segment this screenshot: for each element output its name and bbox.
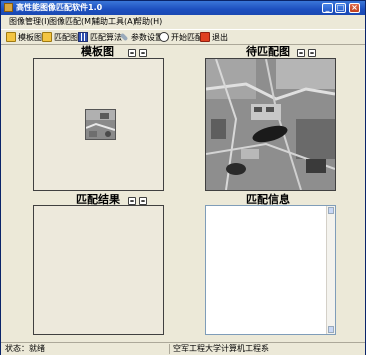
toolbar: 模板图 匹配图 匹配算法 参数设置 开始匹配 退出	[1, 29, 365, 45]
zoom-in-icon[interactable]	[128, 49, 136, 57]
match-image-label: 匹配图	[54, 32, 78, 42]
menu-image-management[interactable]: 图像管理(I)	[9, 16, 50, 28]
algorithm-label: 匹配算法	[90, 32, 122, 42]
window-title: 高性能图像匹配软件1.0	[16, 3, 103, 12]
result-image-box	[33, 205, 164, 335]
zoom-in-icon[interactable]	[128, 197, 136, 205]
minimize-button[interactable]: _	[322, 3, 333, 13]
zoom-out-icon[interactable]	[308, 49, 316, 57]
template-image	[85, 109, 116, 140]
tools-icon	[119, 32, 129, 42]
template-image-box	[33, 58, 164, 191]
status-text: 状态：就绪	[5, 344, 45, 353]
match-image-button[interactable]: 匹配图	[42, 31, 78, 43]
maximize-button[interactable]: □	[335, 3, 346, 13]
grid-icon	[78, 32, 88, 42]
zoom-out-icon[interactable]	[139, 197, 147, 205]
match-info-textarea[interactable]	[205, 205, 336, 335]
menu-help[interactable]: 帮助(H)	[134, 16, 162, 28]
zoom-in-icon[interactable]	[297, 49, 305, 57]
target-title: 待匹配图	[246, 45, 290, 58]
app-icon	[4, 3, 13, 12]
menu-tools[interactable]: 辅助工具(A)	[92, 16, 136, 28]
main-window: 高性能图像匹配软件1.0 _ □ × 图像管理(I) 图像匹配(M) 辅助工具(…	[0, 0, 366, 355]
target-image	[205, 58, 336, 191]
close-button[interactable]: ×	[349, 3, 360, 13]
template-image-button[interactable]: 模板图	[6, 31, 42, 43]
scroll-down-icon[interactable]	[328, 326, 334, 333]
organization-text: 空军工程大学计算机工程系	[173, 344, 269, 353]
menu-image-matching[interactable]: 图像匹配(M)	[49, 16, 94, 28]
template-title: 模板图	[81, 45, 114, 58]
status-bar: 状态：就绪 空军工程大学计算机工程系	[1, 342, 365, 355]
start-match-button[interactable]: 开始匹配	[159, 31, 203, 43]
open-folder-icon	[6, 32, 16, 42]
start-match-label: 开始匹配	[171, 32, 203, 42]
exit-label: 退出	[212, 32, 228, 42]
algorithm-button[interactable]: 匹配算法	[78, 31, 122, 43]
exit-icon	[200, 32, 210, 42]
params-button[interactable]: 参数设置	[119, 31, 163, 43]
status-divider	[169, 344, 170, 354]
vertical-scrollbar[interactable]	[326, 206, 335, 334]
menu-bar: 图像管理(I) 图像匹配(M) 辅助工具(A) 帮助(H)	[1, 15, 365, 29]
template-image-label: 模板图	[18, 32, 42, 42]
zoom-out-icon[interactable]	[139, 49, 147, 57]
title-bar[interactable]: 高性能图像匹配软件1.0 _ □ ×	[1, 1, 365, 15]
scroll-up-icon[interactable]	[328, 207, 334, 214]
open-folder-icon	[42, 32, 52, 42]
exit-button[interactable]: 退出	[200, 31, 228, 43]
clock-icon	[159, 32, 169, 42]
